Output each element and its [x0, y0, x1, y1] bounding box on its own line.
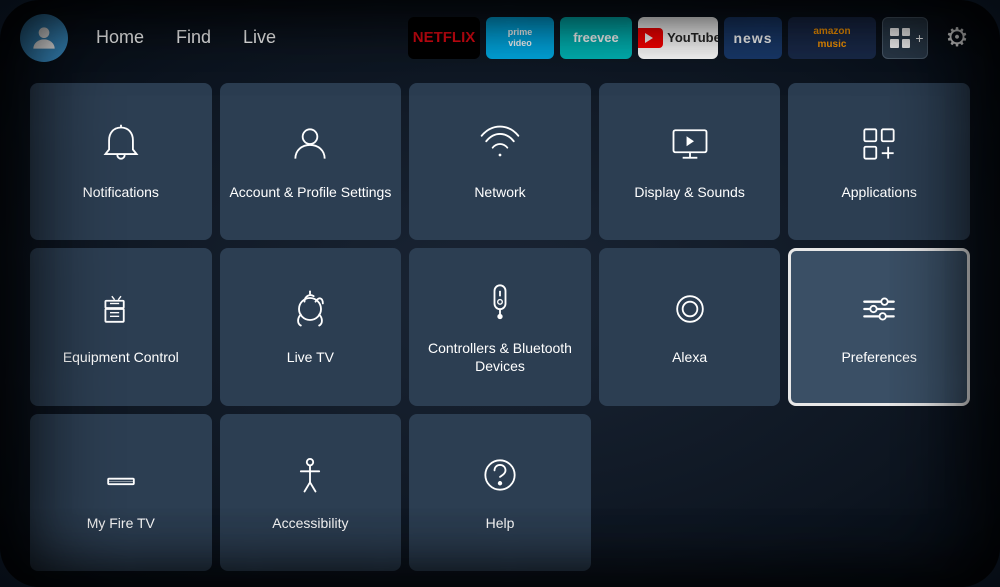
applications-icon [857, 122, 901, 171]
tile-preferences-label: Preferences [833, 348, 924, 366]
nav-live[interactable]: Live [231, 21, 288, 54]
tile-preferences[interactable]: Preferences [788, 248, 970, 405]
tile-alexa-label: Alexa [664, 348, 715, 366]
tile-applications-label: Applications [833, 183, 925, 201]
app-netflix[interactable]: NETFLIX [408, 17, 480, 59]
myfiretv-icon [99, 453, 143, 502]
app-news[interactable]: news [724, 17, 782, 59]
top-apps-bar: NETFLIX primevideo freevee YouTube news … [408, 17, 980, 59]
display-icon [668, 122, 712, 171]
nav-links: Home Find Live [84, 21, 288, 54]
tile-display-label: Display & Sounds [626, 183, 753, 201]
tile-applications[interactable]: Applications [788, 83, 970, 240]
user-avatar[interactable] [20, 14, 68, 62]
app-freevee[interactable]: freevee [560, 17, 632, 59]
tile-myfiretv[interactable]: My Fire TV [30, 414, 212, 571]
tile-notifications-label: Notifications [75, 183, 167, 201]
tile-myfiretv-label: My Fire TV [79, 514, 163, 532]
accessibility-icon [288, 453, 332, 502]
tile-account-label: Account & Profile Settings [221, 183, 399, 201]
settings-grid: Notifications Account & Profile Settings… [0, 75, 1000, 587]
alexa-icon [668, 287, 712, 336]
preferences-icon [857, 287, 901, 336]
top-navigation: Home Find Live NETFLIX primevideo freeve… [0, 0, 1000, 75]
equipment-icon [99, 287, 143, 336]
tile-alexa[interactable]: Alexa [599, 248, 781, 405]
network-icon [478, 122, 522, 171]
tile-help[interactable]: Help [409, 414, 591, 571]
tile-livetv-label: Live TV [279, 348, 342, 366]
tile-equipment-label: Equipment Control [55, 348, 187, 366]
settings-button[interactable]: ⚙ [934, 17, 980, 59]
tile-accessibility[interactable]: Accessibility [220, 414, 402, 571]
app-prime-video[interactable]: primevideo [486, 17, 554, 59]
tile-network[interactable]: Network [409, 83, 591, 240]
account-icon [288, 122, 332, 171]
notifications-icon [99, 122, 143, 171]
app-grid-button[interactable]: + [882, 17, 928, 59]
tile-livetv[interactable]: Live TV [220, 248, 402, 405]
tile-controllers[interactable]: Controllers & Bluetooth Devices [409, 248, 591, 405]
youtube-icon [638, 28, 663, 48]
tile-notifications[interactable]: Notifications [30, 83, 212, 240]
app-amazon-music[interactable]: amazonmusic [788, 17, 876, 59]
tile-equipment[interactable]: Equipment Control [30, 248, 212, 405]
help-icon [478, 453, 522, 502]
grid-icon [886, 24, 914, 52]
nav-home[interactable]: Home [84, 21, 156, 54]
tile-controllers-label: Controllers & Bluetooth Devices [409, 339, 591, 375]
gear-icon: ⚙ [945, 22, 968, 53]
tile-network-label: Network [466, 183, 533, 201]
nav-find[interactable]: Find [164, 21, 223, 54]
livetv-icon [288, 287, 332, 336]
tile-display[interactable]: Display & Sounds [599, 83, 781, 240]
tile-account[interactable]: Account & Profile Settings [220, 83, 402, 240]
tile-help-label: Help [478, 514, 523, 532]
app-youtube[interactable]: YouTube [638, 17, 718, 59]
tile-accessibility-label: Accessibility [264, 514, 356, 532]
controllers-icon [478, 278, 522, 327]
